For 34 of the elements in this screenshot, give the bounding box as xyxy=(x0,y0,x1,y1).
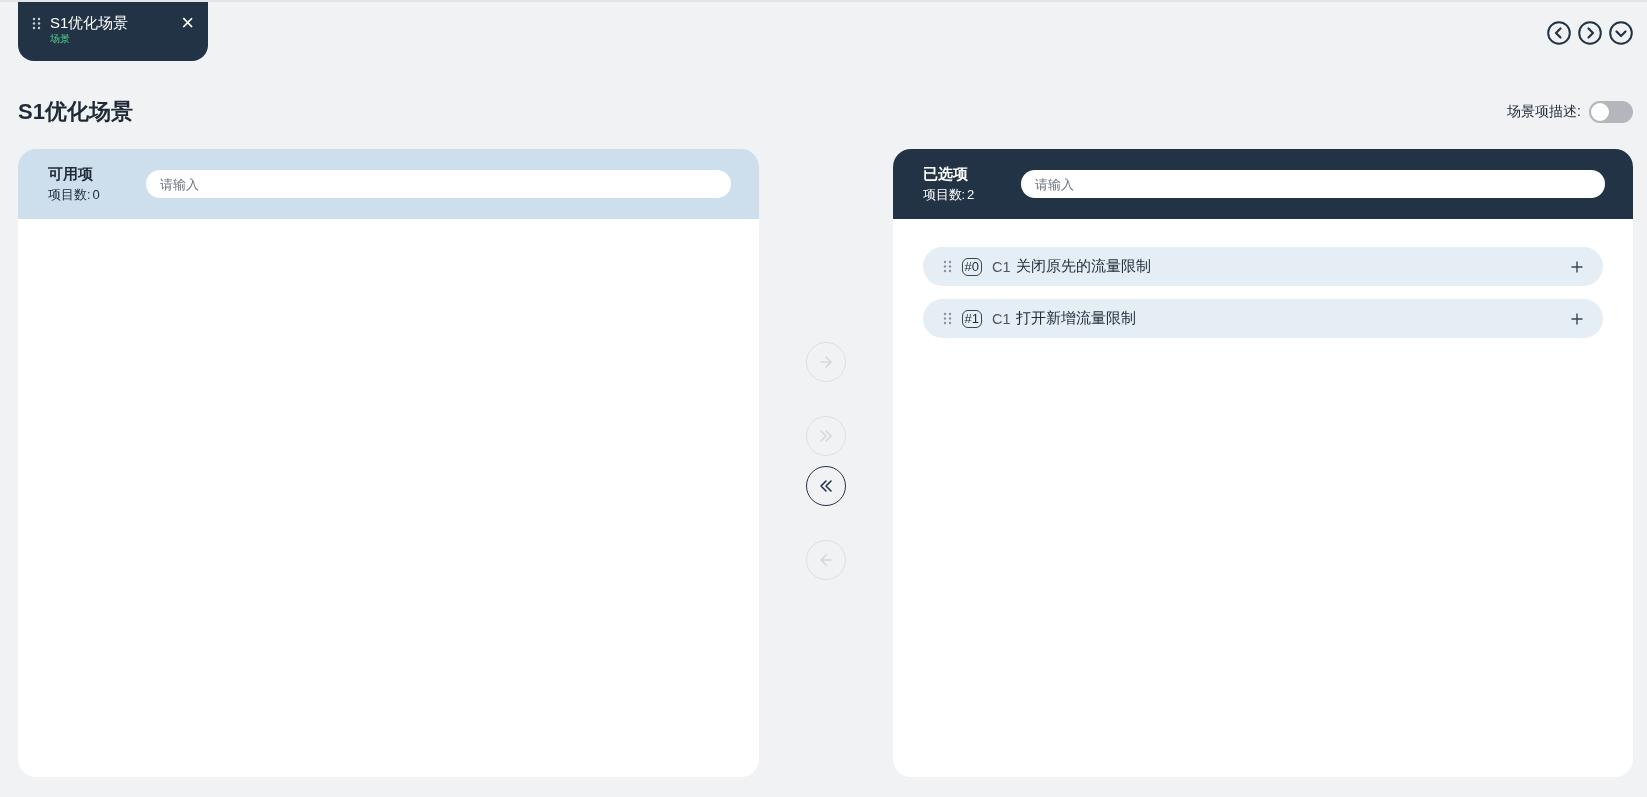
index-tag: #1 xyxy=(961,309,982,328)
drag-handle-icon[interactable] xyxy=(942,260,952,273)
item-label: 关闭原先的流量限制 xyxy=(1015,257,1152,276)
tab-subtitle: 场景 xyxy=(50,32,71,45)
drag-handle-icon[interactable] xyxy=(942,312,952,325)
count-label: 项目数: xyxy=(922,186,965,204)
item-count: 0 xyxy=(92,186,100,204)
close-button[interactable]: × xyxy=(181,14,194,32)
panel-title: 可用项 xyxy=(48,164,94,184)
description-toggle[interactable] xyxy=(1589,100,1633,123)
index-tag: #0 xyxy=(961,257,982,276)
chevron-down-icon xyxy=(1609,21,1633,45)
panel-title: 已选项 xyxy=(922,164,969,184)
toggle-label: 场景项描述: xyxy=(1507,102,1581,121)
scene-tab[interactable]: S1优化场景 场景 × xyxy=(18,2,208,61)
count-label: 项目数: xyxy=(48,186,91,204)
item-label: 打开新增流量限制 xyxy=(1015,309,1137,328)
search-field[interactable]: 请输入 xyxy=(146,170,731,198)
dropdown-button[interactable] xyxy=(1609,21,1633,45)
chevron-left-icon xyxy=(1547,21,1571,45)
list-item[interactable]: #0 C1 关闭原先的流量限制 xyxy=(922,247,1603,286)
item-code: C1 xyxy=(991,310,1011,327)
plus-icon[interactable] xyxy=(1571,260,1583,273)
search-field[interactable]: 请输入 xyxy=(1020,170,1605,198)
page-title: S1优化场景 xyxy=(18,97,133,126)
list-item[interactable]: #1 C1 打开新增流量限制 xyxy=(922,299,1603,338)
item-code: C1 xyxy=(991,258,1011,275)
plus-icon[interactable] xyxy=(1571,312,1583,325)
previous-button[interactable] xyxy=(1547,21,1571,45)
drag-handle-icon[interactable] xyxy=(32,17,41,30)
item-count: 2 xyxy=(967,186,975,204)
next-button[interactable] xyxy=(1578,21,1602,45)
tab-title: S1优化场景 xyxy=(50,14,130,32)
chevron-right-icon xyxy=(1578,21,1602,45)
